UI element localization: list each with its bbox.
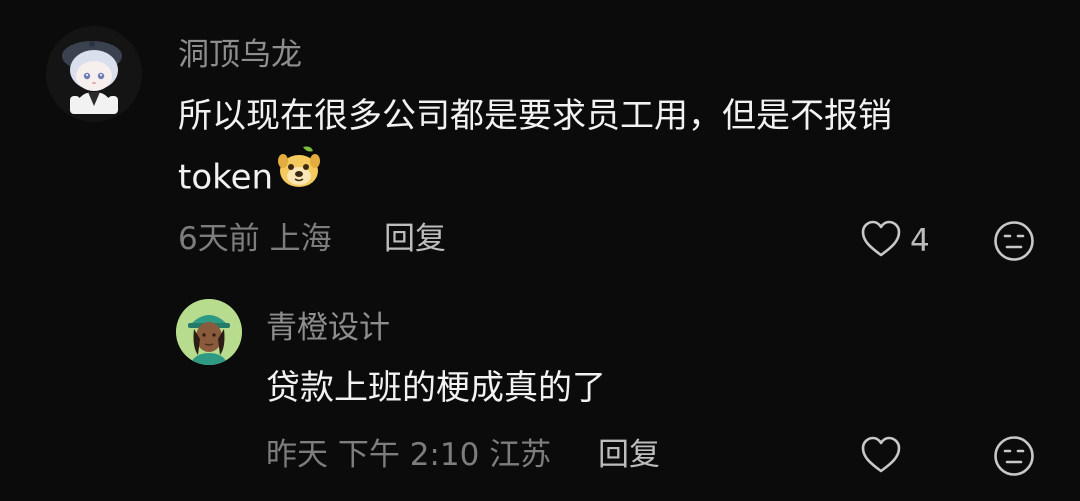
heart-icon bbox=[860, 219, 902, 263]
comment-time: 昨天 下午 2:10 bbox=[266, 437, 480, 473]
avatar[interactable] bbox=[46, 26, 142, 122]
neutral-face-icon bbox=[993, 436, 1035, 481]
comment-text: 贷款上班的梗成真的了 bbox=[266, 359, 606, 417]
like-button[interactable]: 4 bbox=[860, 219, 930, 263]
comment-text: 所以现在很多公司都是要求员工用，但是不报销 bbox=[178, 87, 892, 145]
avatar[interactable] bbox=[176, 299, 242, 365]
doge-emoji-icon bbox=[275, 143, 323, 209]
comment-text: token bbox=[178, 146, 323, 212]
comment-text-line: 贷款上班的梗成真的了 bbox=[266, 368, 606, 408]
like-button[interactable] bbox=[860, 435, 910, 479]
heart-icon bbox=[860, 435, 902, 479]
username[interactable]: 青橙设计 bbox=[266, 308, 390, 348]
comment-location: 上海 bbox=[269, 221, 332, 257]
comment-meta: 昨天 下午 2:10 江苏 bbox=[266, 435, 551, 475]
reply-button[interactable]: 回复 bbox=[598, 435, 660, 475]
neutral-face-icon bbox=[993, 221, 1035, 266]
reply-button[interactable]: 回复 bbox=[384, 219, 446, 259]
username[interactable]: 洞顶乌龙 bbox=[178, 35, 302, 75]
dislike-button[interactable] bbox=[993, 435, 1035, 481]
dislike-button[interactable] bbox=[993, 220, 1035, 266]
comment-location: 江苏 bbox=[489, 437, 552, 473]
comment-text-line: 所以现在很多公司都是要求员工用，但是不报销 bbox=[178, 96, 892, 136]
like-count: 4 bbox=[910, 223, 930, 259]
comment-text-line: token bbox=[178, 157, 274, 198]
comment-meta: 6天前 上海 bbox=[178, 219, 332, 259]
comment-time: 6天前 bbox=[178, 221, 260, 257]
